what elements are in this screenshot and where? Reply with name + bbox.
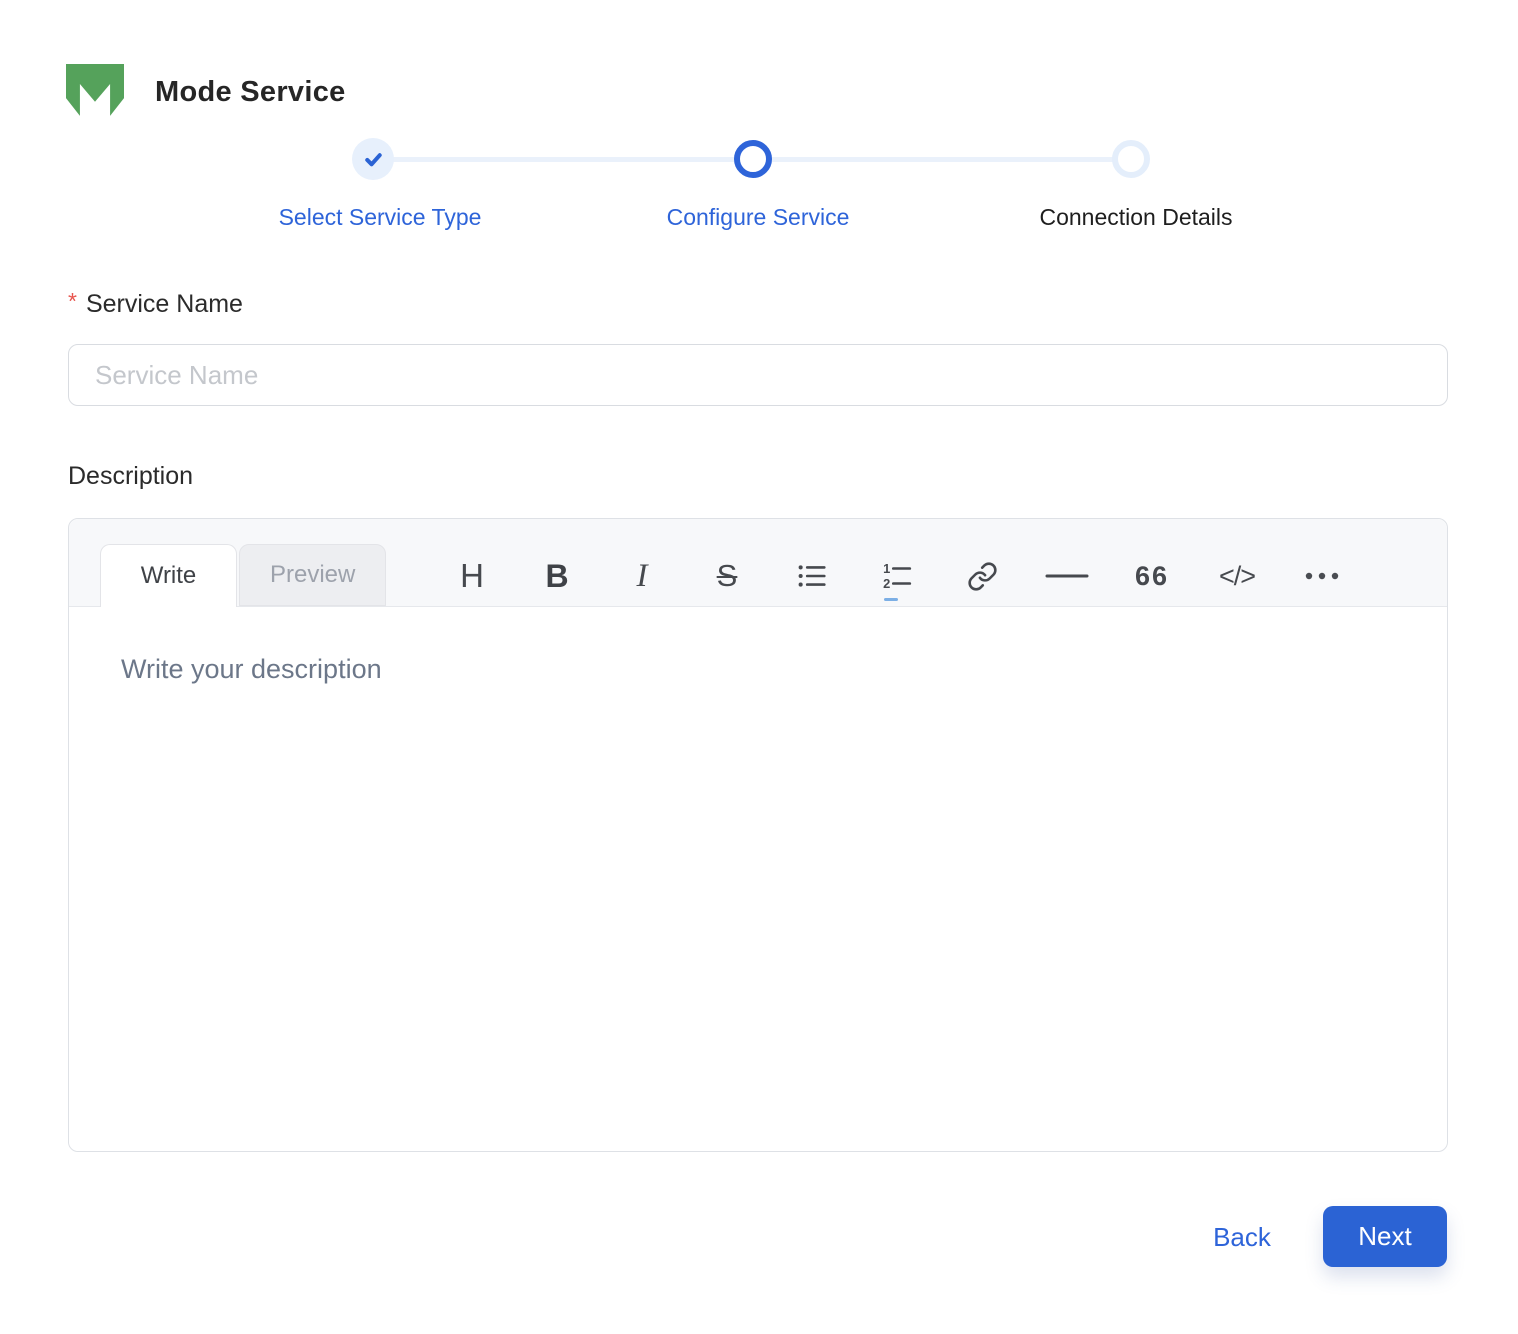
tab-write[interactable]: Write [100, 544, 237, 607]
description-label-text: Description [68, 462, 194, 490]
step-label-select-service-type: Select Service Type [278, 204, 482, 230]
strikethrough-icon[interactable]: S [699, 548, 755, 604]
step-label-configure-service: Configure Service [666, 204, 850, 230]
horizontal-rule-icon[interactable] [1039, 548, 1095, 604]
unordered-list-icon[interactable] [784, 548, 840, 604]
ordered-list-active-indicator [884, 598, 898, 601]
service-name-input[interactable] [68, 344, 1448, 406]
step-2-active-indicator [734, 140, 772, 178]
step-1-completed-indicator [352, 138, 394, 180]
step-3-pending-indicator [1112, 140, 1150, 178]
quote-icon[interactable]: 66 [1124, 548, 1180, 604]
check-icon [364, 152, 382, 166]
svg-text:1: 1 [883, 561, 890, 576]
tab-preview[interactable]: Preview [239, 544, 387, 606]
step-connector [753, 157, 1131, 162]
editor-tabs: Write Preview [100, 544, 387, 607]
description-textarea[interactable] [69, 607, 1447, 1151]
service-name-label-text: Service Name [85, 290, 243, 318]
step-connector [373, 157, 753, 162]
required-marker: * [68, 288, 77, 314]
ordered-list-icon[interactable]: 1 2 [869, 548, 925, 604]
link-icon[interactable] [954, 548, 1010, 604]
bold-icon[interactable]: B [529, 548, 585, 604]
code-icon[interactable]: </> [1209, 548, 1265, 604]
svg-text:2: 2 [883, 576, 890, 591]
service-name-label: * Service Name [68, 288, 243, 319]
stepper: Select Service Type Configure Service Co… [0, 0, 1518, 250]
configure-service-page: Mode Service Select Service Type Configu… [0, 0, 1518, 1334]
back-button[interactable]: Back [1196, 1218, 1288, 1256]
description-label: Description [68, 462, 193, 491]
step-label-connection-details: Connection Details [1039, 204, 1233, 230]
description-editor: Write Preview H B I S 1 2 66 </> Write y… [68, 518, 1448, 1152]
next-button[interactable]: Next [1323, 1206, 1447, 1267]
more-icon[interactable] [1294, 548, 1350, 604]
italic-icon[interactable]: I [614, 548, 670, 604]
heading-icon[interactable]: H [444, 548, 500, 604]
editor-toolbar-bar: Write Preview H B I S 1 2 66 </> [69, 519, 1447, 607]
